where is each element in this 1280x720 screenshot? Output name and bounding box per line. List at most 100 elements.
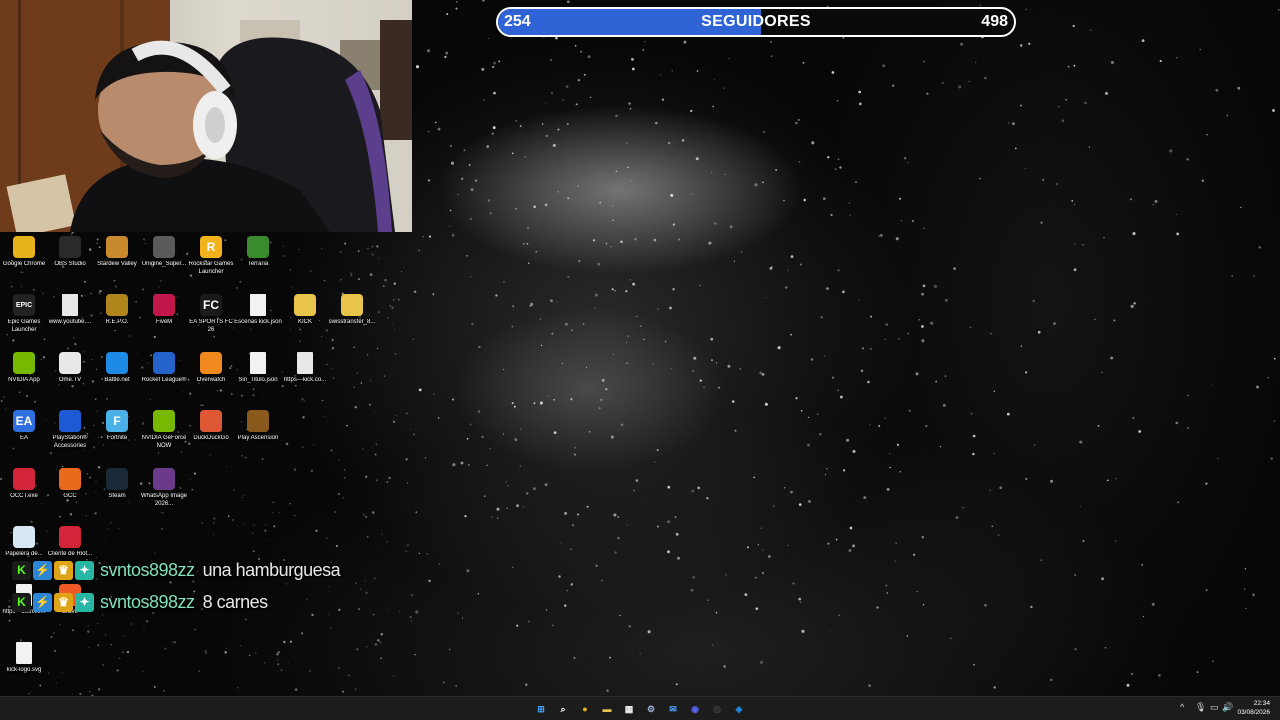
desktop-icon[interactable]: KICK xyxy=(281,294,329,327)
mail-icon: ✉ xyxy=(669,703,677,714)
riot-client-icon xyxy=(59,526,81,548)
desktop-icon-label: kick-logo.svg xyxy=(6,667,42,673)
desktop-icon[interactable]: Escenas kick.json xyxy=(234,294,282,327)
repo-icon xyxy=(106,294,128,316)
desktop-icon[interactable]: OBS Studio xyxy=(46,236,94,269)
chat-badges: K ⚡ ♛ ✦ xyxy=(12,592,94,612)
desktop-icon-label: PlayStation® Accessories xyxy=(52,435,88,449)
desktop-icon[interactable]: EA EA xyxy=(0,410,48,443)
desktop-icon[interactable]: Sin_Titulo.json xyxy=(234,352,282,385)
follower-goal-bar: 254 SEGUIDORES 498 xyxy=(496,7,1016,37)
desktop-icon[interactable]: NVIDIA GeForce NOW xyxy=(140,410,188,450)
file-icon xyxy=(250,294,266,316)
desktop-icon[interactable]: Cliente de Riot... xyxy=(46,526,94,559)
taskbar-button[interactable]: ▦ xyxy=(620,700,638,718)
desktop-icon-label: NVIDIA GeForce NOW xyxy=(141,435,187,449)
epic-games-icon: EPIC xyxy=(13,294,35,316)
desktop-icon-label: OBS Studio xyxy=(54,261,86,267)
obs-taskbar-icon: ◎ xyxy=(713,703,721,714)
desktop-icon-label: EA xyxy=(19,435,28,441)
gift-badge-icon: ✦ xyxy=(75,592,94,612)
desktop-icon[interactable]: FC EA SPORTS FC 26 xyxy=(187,294,235,334)
ea-icon: EA xyxy=(13,410,35,432)
chrome-icon: ● xyxy=(582,703,588,714)
webcam-illustration xyxy=(0,0,412,232)
desktop-icon[interactable]: Battle.net xyxy=(93,352,141,385)
taskbar-button[interactable]: ● xyxy=(576,700,594,718)
clock[interactable]: 22:34 03/08/2026 xyxy=(1237,699,1270,717)
desktop-icon[interactable]: Overwatch xyxy=(187,352,235,385)
desktop-icon-label: WhatsApp Image 2026... xyxy=(140,493,188,507)
desktop-icon-label: Google Chrome xyxy=(2,261,46,267)
network-icon[interactable]: ▭ xyxy=(1210,702,1219,713)
desktop-icon[interactable]: Rocket League® xyxy=(140,352,188,385)
desktop-icon[interactable]: Unigine_Super... xyxy=(140,236,188,269)
desktop-icon-label: EA SPORTS FC 26 xyxy=(189,319,233,333)
desktop-icon-label: KICK xyxy=(297,319,312,325)
nvidia-icon xyxy=(13,352,35,374)
ea-fc-icon: FC xyxy=(200,294,222,316)
volume-icon[interactable]: 🔊 xyxy=(1222,702,1233,713)
taskbar-button[interactable]: ▬ xyxy=(598,700,616,718)
stardew-icon xyxy=(106,236,128,258)
taskbar-button[interactable]: ◉ xyxy=(686,700,704,718)
desktop-icon-label: Papelera de... xyxy=(5,551,43,557)
desktop-icon[interactable]: R.E.P.O. xyxy=(93,294,141,327)
chrome-shortcut-icon xyxy=(297,352,313,374)
desktop-icon[interactable]: DuckDuckGo xyxy=(187,410,235,443)
desktop-icon-label: FiveM xyxy=(155,319,173,325)
crown-badge-icon: ♛ xyxy=(54,592,73,612)
clock-time: 22:34 xyxy=(1253,700,1270,707)
taskbar-button[interactable]: ⊞ xyxy=(532,700,550,718)
desktop-icon[interactable]: Steam xyxy=(93,468,141,501)
desktop-icon-label: Sin_Titulo.json xyxy=(238,377,278,383)
terraria-icon xyxy=(247,236,269,258)
desktop-icon-label: Rocket League® xyxy=(141,377,187,383)
desktop-icon[interactable]: Play Ascension xyxy=(234,410,282,443)
desktop-icon[interactable]: kick-logo.svg xyxy=(0,642,48,675)
file-icon xyxy=(16,642,32,664)
clock-date: 03/08/2026 xyxy=(1237,709,1270,716)
taskbar-button[interactable]: ⚙ xyxy=(642,700,660,718)
start-icon: ⊞ xyxy=(537,703,545,714)
taskbar-button[interactable]: ⌕ xyxy=(554,700,572,718)
desktop-icon[interactable]: NVIDIA App xyxy=(0,352,48,385)
taskbar-button[interactable]: ◈ xyxy=(730,700,748,718)
desktop-icon[interactable]: FiveM xyxy=(140,294,188,327)
desktop-icon[interactable]: EPIC Epic Games Launcher xyxy=(0,294,48,334)
desktop-icon-label: Terraria xyxy=(247,261,269,267)
desktop-icon[interactable]: www.youtube.... xyxy=(46,294,94,327)
desktop-icon-label: swisstransfer_8... xyxy=(328,319,376,325)
desktop-icon[interactable]: Ome.TV xyxy=(46,352,94,385)
fivem-icon xyxy=(153,294,175,316)
chat-username: svntos898zz xyxy=(100,591,195,612)
desktop-icon-label: R.E.P.O. xyxy=(105,319,129,325)
desktop-icon[interactable]: Terraria xyxy=(234,236,282,269)
taskbar-button[interactable]: ◎ xyxy=(708,700,726,718)
chat-text: una hamburguesa xyxy=(202,559,341,580)
kick-badge-icon: K xyxy=(12,560,31,580)
desktop-icon[interactable]: GCC xyxy=(46,468,94,501)
chrome-shortcut-icon xyxy=(62,294,78,316)
desktop-icon[interactable]: Google Chrome xyxy=(0,236,48,269)
desktop-icon[interactable]: Stardew Valley xyxy=(93,236,141,269)
microphone-icon[interactable]: 🎙 xyxy=(1195,702,1206,713)
desktop-icon[interactable]: WhatsApp Image 2026... xyxy=(140,468,188,508)
desktop-icon[interactable]: swisstransfer_8... xyxy=(328,294,376,327)
desktop-icon[interactable]: F Fortnite xyxy=(93,410,141,443)
taskbar-button[interactable]: ✉ xyxy=(664,700,682,718)
desktop-icon[interactable]: OCCT.exe xyxy=(0,468,48,501)
desktop-icon-label: GCC xyxy=(63,493,77,499)
desktop-icon-label: Fortnite xyxy=(106,435,128,441)
desktop-icon[interactable]: Papelera de... xyxy=(0,526,48,559)
fortnite-icon: F xyxy=(106,410,128,432)
desktop-icon-label: Battle.net xyxy=(104,377,130,383)
chat-message: K ⚡ ♛ ✦ svntos898zz una hamburguesa xyxy=(12,559,341,581)
chat-badges: K ⚡ ♛ ✦ xyxy=(12,560,94,580)
desktop-icon[interactable]: PlayStation® Accessories xyxy=(46,410,94,450)
playstation-icon xyxy=(59,410,81,432)
tray-chevron-icon[interactable]: ^ xyxy=(1180,702,1184,712)
desktop-icon[interactable]: https---kick.co... xyxy=(281,352,329,385)
lightning-badge-icon: ⚡ xyxy=(33,592,52,612)
desktop-icon[interactable]: R Rockstar Games Launcher xyxy=(187,236,235,276)
